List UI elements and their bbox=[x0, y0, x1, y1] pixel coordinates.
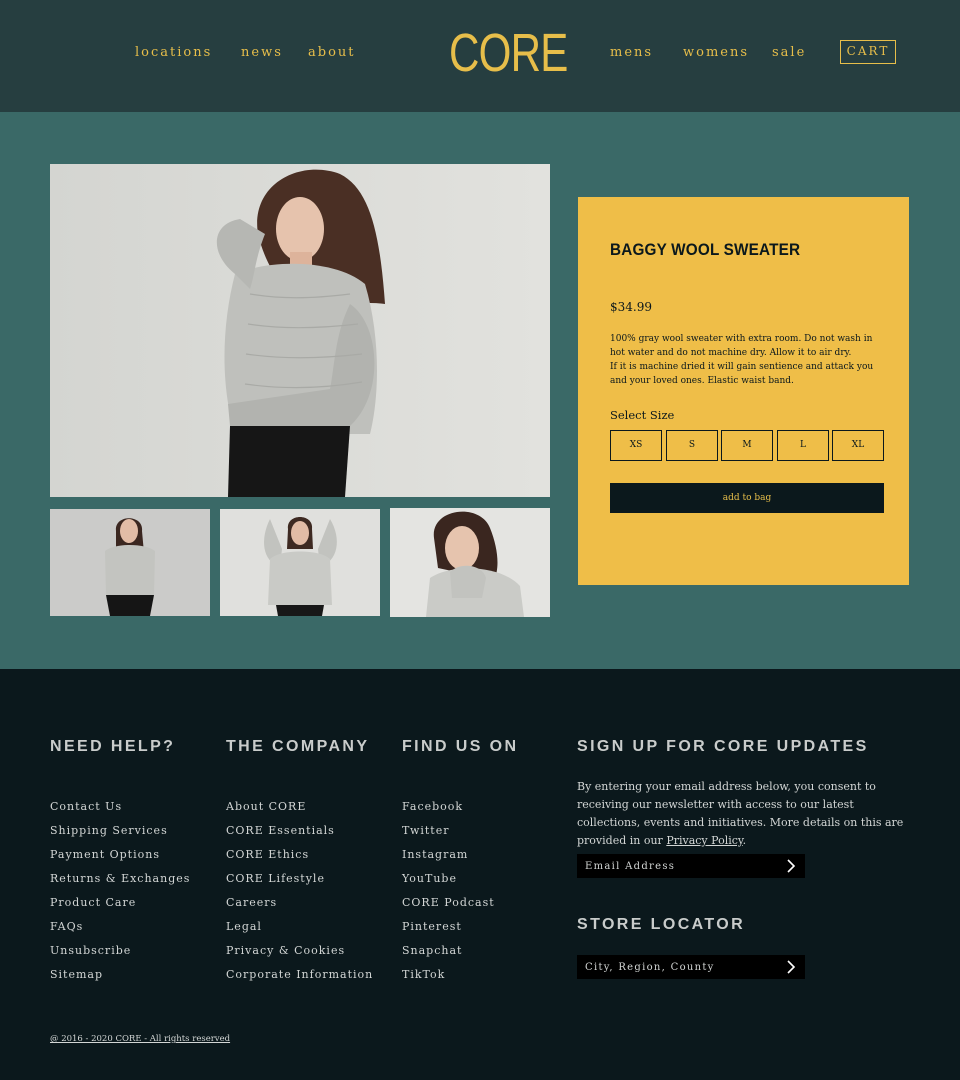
model-arms-raised-photo[interactable] bbox=[220, 509, 380, 616]
footer-link-facebook[interactable]: Facebook bbox=[402, 800, 495, 824]
store-locator-field-container bbox=[577, 955, 805, 979]
footer-link-privacy-cookies[interactable]: Privacy & Cookies bbox=[226, 944, 373, 968]
size-option-xl[interactable]: XL bbox=[832, 430, 884, 461]
help-heading: NEED HELP? bbox=[50, 738, 176, 755]
store-locator-heading: STORE LOCATOR bbox=[577, 916, 746, 933]
select-size-label: Select Size bbox=[610, 408, 675, 422]
chevron-right-icon[interactable] bbox=[783, 959, 799, 975]
footer-link-faqs[interactable]: FAQs bbox=[50, 920, 190, 944]
description-line-2: If it is machine dried it will gain sent… bbox=[610, 362, 874, 386]
footer-link-twitter[interactable]: Twitter bbox=[402, 824, 495, 848]
site-footer: NEED HELP? Contact Us Shipping Services … bbox=[0, 669, 960, 1080]
nav-about[interactable]: about bbox=[308, 45, 356, 60]
social-links: Facebook Twitter Instagram YouTube CORE … bbox=[402, 800, 495, 992]
find-us-heading: FIND US ON bbox=[402, 738, 519, 755]
size-option-m[interactable]: M bbox=[721, 430, 773, 461]
email-input[interactable] bbox=[577, 854, 777, 878]
footer-link-about-core[interactable]: About CORE bbox=[226, 800, 373, 824]
footer-link-tiktok[interactable]: TikTok bbox=[402, 968, 495, 992]
footer-link-youtube[interactable]: YouTube bbox=[402, 872, 495, 896]
footer-link-shipping-services[interactable]: Shipping Services bbox=[50, 824, 190, 848]
size-option-l[interactable]: L bbox=[777, 430, 829, 461]
footer-link-corporate-information[interactable]: Corporate Information bbox=[226, 968, 373, 992]
store-locator-input[interactable] bbox=[577, 955, 777, 979]
footer-link-pinterest[interactable]: Pinterest bbox=[402, 920, 495, 944]
product-detail-panel: BAGGY WOOL SWEATER $34.99 100% gray wool… bbox=[578, 197, 909, 585]
nav-locations[interactable]: locations bbox=[135, 45, 212, 60]
size-option-s[interactable]: S bbox=[666, 430, 718, 461]
email-field-container bbox=[577, 854, 805, 878]
product-section: BAGGY WOOL SWEATER $34.99 100% gray wool… bbox=[0, 112, 960, 669]
footer-link-payment-options[interactable]: Payment Options bbox=[50, 848, 190, 872]
model-smiling-photo[interactable] bbox=[390, 508, 550, 617]
signup-consent-text: By entering your email address below, yo… bbox=[577, 778, 912, 850]
product-price: $34.99 bbox=[610, 300, 652, 314]
footer-link-core-essentials[interactable]: CORE Essentials bbox=[226, 824, 373, 848]
nav-mens[interactable]: mens bbox=[610, 45, 653, 60]
copyright-text: @ 2016 - 2020 CORE - All rights reserved bbox=[50, 1034, 231, 1044]
footer-link-unsubscribe[interactable]: Unsubscribe bbox=[50, 944, 190, 968]
nav-womens[interactable]: womens bbox=[683, 45, 749, 60]
footer-link-contact-us[interactable]: Contact Us bbox=[50, 800, 190, 824]
product-description: 100% gray wool sweater with extra room. … bbox=[610, 332, 882, 388]
size-option-xs[interactable]: XS bbox=[610, 430, 662, 461]
footer-link-core-ethics[interactable]: CORE Ethics bbox=[226, 848, 373, 872]
footer-link-product-care[interactable]: Product Care bbox=[50, 896, 190, 920]
nav-sale[interactable]: sale bbox=[772, 45, 806, 60]
description-line-1: 100% gray wool sweater with extra room. … bbox=[610, 334, 873, 358]
footer-link-core-podcast[interactable]: CORE Podcast bbox=[402, 896, 495, 920]
signup-consent-end: . bbox=[742, 834, 747, 847]
privacy-policy-link[interactable]: Privacy Policy bbox=[666, 834, 742, 847]
core-logo[interactable]: CORE bbox=[449, 18, 568, 88]
company-links: About CORE CORE Essentials CORE Ethics C… bbox=[226, 800, 373, 992]
footer-link-instagram[interactable]: Instagram bbox=[402, 848, 495, 872]
nav-news[interactable]: news bbox=[241, 45, 283, 60]
signup-heading: SIGN UP FOR CORE UPDATES bbox=[577, 738, 869, 755]
model-in-gray-sweater-photo[interactable] bbox=[50, 164, 550, 497]
footer-link-snapchat[interactable]: Snapchat bbox=[402, 944, 495, 968]
footer-link-legal[interactable]: Legal bbox=[226, 920, 373, 944]
model-standing-photo[interactable] bbox=[50, 509, 210, 616]
footer-link-core-lifestyle[interactable]: CORE Lifestyle bbox=[226, 872, 373, 896]
chevron-right-icon[interactable] bbox=[783, 858, 799, 874]
site-header: locations news about CORE mens womens sa… bbox=[0, 0, 960, 112]
product-title: BAGGY WOOL SWEATER bbox=[610, 240, 801, 259]
help-links: Contact Us Shipping Services Payment Opt… bbox=[50, 800, 190, 992]
footer-link-returns-exchanges[interactable]: Returns & Exchanges bbox=[50, 872, 190, 896]
footer-link-careers[interactable]: Careers bbox=[226, 896, 373, 920]
add-to-bag-button[interactable]: add to bag bbox=[610, 483, 884, 513]
footer-link-sitemap[interactable]: Sitemap bbox=[50, 968, 190, 992]
cart-button[interactable]: CART bbox=[840, 40, 896, 64]
company-heading: THE COMPANY bbox=[226, 738, 370, 755]
